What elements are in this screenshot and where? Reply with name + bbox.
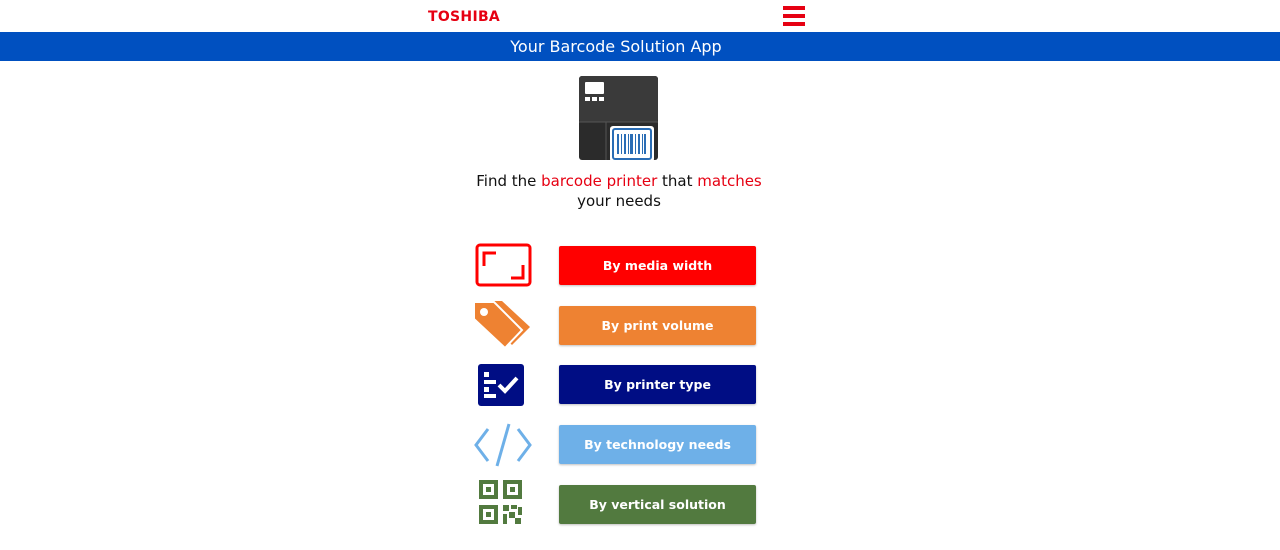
app-title: Your Barcode Solution App [510,37,722,56]
hamburger-menu-icon[interactable] [783,5,805,27]
menu-line [783,14,805,18]
by-vertical-solution-button[interactable]: By vertical solution [559,485,756,524]
headline-text: Find the [476,172,542,190]
by-technology-needs-button[interactable]: By technology needs [559,425,756,464]
headline-text: that [657,172,698,190]
by-media-width-button[interactable]: By media width [559,246,756,285]
qr-code-icon [479,480,522,524]
headline-highlight: barcode printer [541,172,658,190]
app-title-bar: Your Barcode Solution App [0,32,1280,61]
menu-line [783,6,805,10]
toshiba-logo[interactable]: TOSHIBA [428,9,500,25]
top-header: TOSHIBA [0,0,1280,32]
code-icon [474,423,532,467]
headline: Find the barcode printer that matches yo… [440,171,798,211]
tags-icon [473,301,530,349]
frame-corners-icon [475,243,532,287]
by-printer-type-button[interactable]: By printer type [559,365,756,404]
checklist-icon [478,364,524,406]
by-print-volume-button[interactable]: By print volume [559,306,756,345]
barcode-printer-icon [579,76,658,161]
headline-text: your needs [577,192,661,210]
headline-highlight: matches [697,172,762,190]
menu-line [783,22,805,26]
